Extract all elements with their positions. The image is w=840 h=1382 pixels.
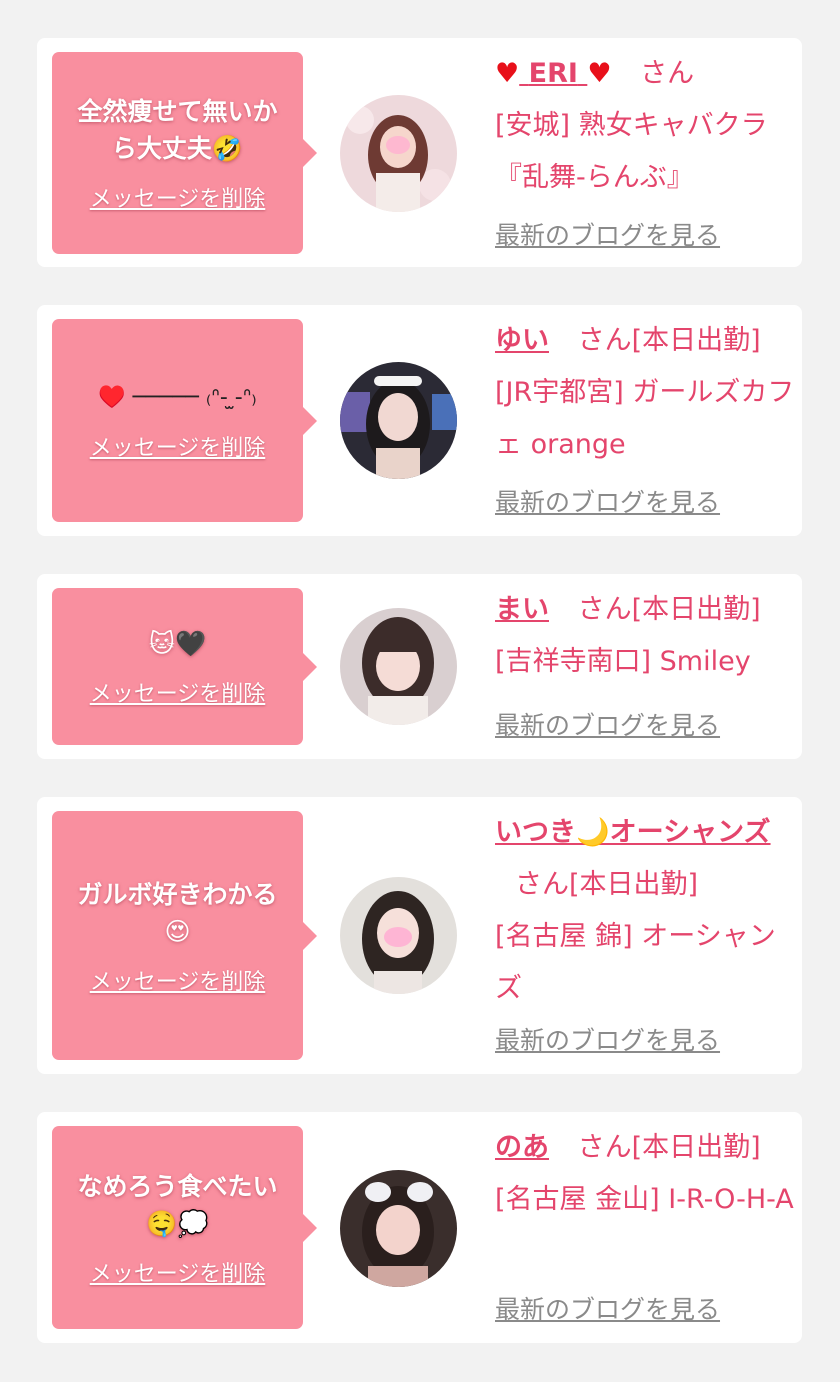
latest-blog-link[interactable]: 最新のブログを見る (495, 483, 720, 519)
delete-message-link[interactable]: メッセージを削除 (90, 181, 266, 213)
cast-name-link[interactable]: いつき🌙オーシャンズ (495, 817, 771, 848)
message-text: ♥️ ───── ₍ᐢ- ̫-ᐢ₎ (98, 385, 257, 410)
latest-blog-link[interactable]: 最新のブログを見る (495, 1290, 720, 1326)
status-badge: [本日出勤] (631, 325, 761, 356)
cast-name: ERI (528, 58, 578, 89)
message-text: ガルボ好きわかる😍 (77, 879, 278, 946)
honorific: さん (577, 1132, 632, 1163)
status-badge: [本日出勤] (569, 869, 699, 900)
message-bubble: なめろう食べたい🤤💭 メッセージを削除 (52, 1126, 317, 1329)
avatar[interactable] (340, 1170, 457, 1287)
status-badge: [本日出勤] (631, 594, 761, 625)
avatar[interactable] (340, 877, 457, 994)
cast-name-link[interactable]: のあ (495, 1132, 549, 1163)
message-card: なめろう食べたい🤤💭 メッセージを削除 のあ さん[本日出勤] [名古屋 金山]… (37, 1112, 802, 1343)
message-card: 全然痩せて無いから大丈夫🤣 メッセージを削除 ♥ ERI ♥ さん [安城] 熟… (37, 38, 802, 267)
honorific: さん (640, 58, 695, 89)
honorific: さん (577, 325, 632, 356)
message-bubble: 全然痩せて無いから大丈夫🤣 メッセージを削除 (52, 52, 317, 254)
cast-name-link[interactable]: ゆい (495, 325, 549, 356)
latest-blog-link[interactable]: 最新のブログを見る (495, 706, 720, 742)
avatar[interactable] (340, 95, 457, 212)
message-bubble: ♥️ ───── ₍ᐢ- ̫-ᐢ₎ メッセージを削除 (52, 319, 317, 522)
shop-name: [吉祥寺南口] Smiley (495, 646, 751, 677)
message-text: 全然痩せて無いから大丈夫🤣 (77, 97, 278, 163)
cast-info: のあ さん[本日出勤] [名古屋 金山] I-R-O-H-A (495, 1122, 795, 1226)
status-badge: [本日出勤] (631, 1132, 761, 1163)
message-card: ♥️ ───── ₍ᐢ- ̫-ᐢ₎ メッセージを削除 ゆい さん[本日出勤] [… (37, 305, 802, 536)
heart-icon: ♥ (495, 58, 520, 89)
message-bubble: ガルボ好きわかる😍 メッセージを削除 (52, 811, 317, 1060)
message-text: なめろう食べたい🤤💭 (77, 1171, 278, 1238)
latest-blog-link[interactable]: 最新のブログを見る (495, 1021, 720, 1057)
cast-info: まい さん[本日出勤] [吉祥寺南口] Smiley (495, 584, 795, 688)
message-card: ガルボ好きわかる😍 メッセージを削除 いつき🌙オーシャンズ さん[本日出勤] [… (37, 797, 802, 1074)
shop-name: [JR宇都宮] ガールズカフェ orange (495, 377, 795, 460)
delete-message-link[interactable]: メッセージを削除 (90, 964, 266, 996)
cast-name-link[interactable]: ♥ ERI ♥ (495, 58, 612, 89)
message-card: 🐱🖤 メッセージを削除 まい さん[本日出勤] [吉祥寺南口] Smiley 最… (37, 574, 802, 759)
cast-info: いつき🌙オーシャンズ さん[本日出勤] [名古屋 錦] オーシャンズ (495, 807, 795, 1015)
latest-blog-link[interactable]: 最新のブログを見る (495, 216, 720, 252)
delete-message-link[interactable]: メッセージを削除 (90, 1256, 266, 1288)
cast-info: ゆい さん[本日出勤] [JR宇都宮] ガールズカフェ orange (495, 315, 795, 471)
honorific: さん (515, 869, 569, 900)
message-bubble: 🐱🖤 メッセージを削除 (52, 588, 317, 745)
shop-name: [名古屋 錦] オーシャンズ (495, 921, 776, 1004)
message-text: 🐱🖤 (148, 629, 207, 658)
avatar[interactable] (340, 362, 457, 479)
shop-name: [安城] 熟女キャバクラ『乱舞-らんぶ』 (495, 110, 768, 193)
delete-message-link[interactable]: メッセージを削除 (90, 676, 266, 708)
avatar[interactable] (340, 608, 457, 725)
shop-name: [名古屋 金山] I-R-O-H-A (495, 1184, 794, 1215)
honorific: さん (577, 594, 632, 625)
cast-name-link[interactable]: まい (495, 594, 549, 625)
cast-info: ♥ ERI ♥ さん [安城] 熟女キャバクラ『乱舞-らんぶ』 (495, 48, 795, 204)
delete-message-link[interactable]: メッセージを削除 (90, 430, 266, 462)
message-list: 全然痩せて無いから大丈夫🤣 メッセージを削除 ♥ ERI ♥ さん [安城] 熟… (0, 0, 840, 1382)
heart-icon: ♥ (587, 58, 612, 89)
